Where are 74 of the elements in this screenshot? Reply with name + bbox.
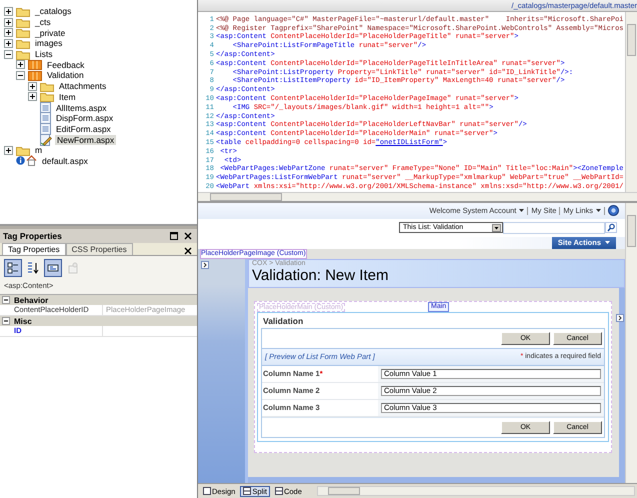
properties-icon — [67, 262, 79, 274]
categorized-icon — [7, 262, 19, 274]
expand-icon[interactable] — [201, 260, 209, 269]
folder-icon — [40, 80, 54, 92]
list-view-icon — [47, 262, 59, 274]
expander-icon[interactable] — [16, 60, 25, 70]
tree-item[interactable]: AllItems.aspx — [54, 102, 109, 113]
panel-tab[interactable]: Tag Properties — [2, 243, 66, 255]
search-field[interactable] — [503, 222, 605, 234]
expander-icon[interactable] — [4, 146, 13, 155]
vertical-scrollbar[interactable] — [625, 12, 637, 192]
web-part-title: Validation — [262, 314, 304, 328]
category-label: Misc — [14, 316, 32, 326]
folder-icon — [16, 6, 30, 17]
folder-icon — [40, 91, 54, 102]
folder-icon — [16, 38, 30, 49]
category-label: Behavior — [14, 296, 48, 304]
tree-item[interactable]: NewForm.aspx — [55, 134, 116, 145]
split-view-icon — [243, 487, 252, 496]
tree-item[interactable]: images — [33, 38, 64, 48]
tree-item[interactable]: DispForm.aspx — [54, 113, 116, 124]
folder-icon — [16, 144, 30, 156]
page-icon — [40, 122, 51, 135]
tree-item[interactable]: _cts — [33, 17, 53, 28]
tree-item[interactable]: m — [33, 145, 44, 156]
home-icon — [26, 155, 37, 166]
expander-icon[interactable] — [4, 6, 13, 16]
expander-icon[interactable] — [4, 50, 13, 59]
tree-item[interactable]: _catalogs — [33, 6, 74, 16]
info-icon — [16, 156, 25, 166]
list-icon — [28, 59, 42, 70]
tree-item[interactable]: Feedback — [45, 60, 86, 70]
collapse-icon[interactable] — [2, 317, 10, 325]
list-icon — [28, 70, 42, 81]
tree-item[interactable]: EditForm.aspx — [54, 124, 113, 134]
caret-icon — [519, 209, 524, 212]
dropdown-arrow-icon — [492, 224, 501, 232]
tree-item[interactable]: default.aspx — [40, 156, 90, 166]
tree-item[interactable]: Validation — [45, 70, 86, 80]
edit-page-icon — [40, 134, 52, 146]
expander-icon[interactable] — [4, 18, 13, 27]
maximize-icon[interactable] — [170, 232, 178, 240]
close-icon[interactable] — [184, 247, 192, 255]
tree-item[interactable]: _private — [33, 28, 68, 38]
vertical-scrollbar[interactable] — [625, 202, 637, 484]
expander-icon[interactable] — [28, 82, 37, 91]
search-icon[interactable] — [605, 222, 617, 234]
expander-icon[interactable] — [16, 70, 25, 80]
tree-item[interactable]: Item — [57, 92, 78, 102]
design-view-icon — [203, 487, 211, 496]
expand-icon[interactable] — [616, 314, 624, 322]
show-set-properties-button[interactable] — [44, 259, 62, 277]
tree-item[interactable]: Lists — [33, 49, 54, 60]
caret-icon — [596, 209, 601, 212]
horizontal-scrollbar[interactable] — [316, 486, 635, 496]
expander-icon[interactable] — [28, 92, 37, 102]
tree-item[interactable]: Attachments — [57, 81, 108, 92]
folder-icon — [16, 16, 30, 28]
categorized-button[interactable] — [4, 259, 22, 277]
folder-icon — [16, 48, 30, 60]
panel-title: Tag Properties — [3, 231, 63, 241]
split-view-icon — [274, 487, 283, 496]
panel-tab[interactable]: CSS Properties — [66, 243, 133, 255]
folder-icon — [16, 27, 30, 38]
caret-icon — [605, 241, 610, 244]
help-icon[interactable] — [608, 205, 619, 216]
page-icon — [40, 112, 51, 124]
close-icon[interactable] — [184, 232, 192, 240]
collapse-icon[interactable] — [2, 296, 10, 304]
sort-icon — [27, 262, 39, 274]
page-icon — [40, 102, 51, 114]
expander-icon[interactable] — [4, 28, 13, 38]
expander-icon[interactable] — [4, 38, 13, 48]
page-title: Validation: New Item — [252, 266, 390, 284]
